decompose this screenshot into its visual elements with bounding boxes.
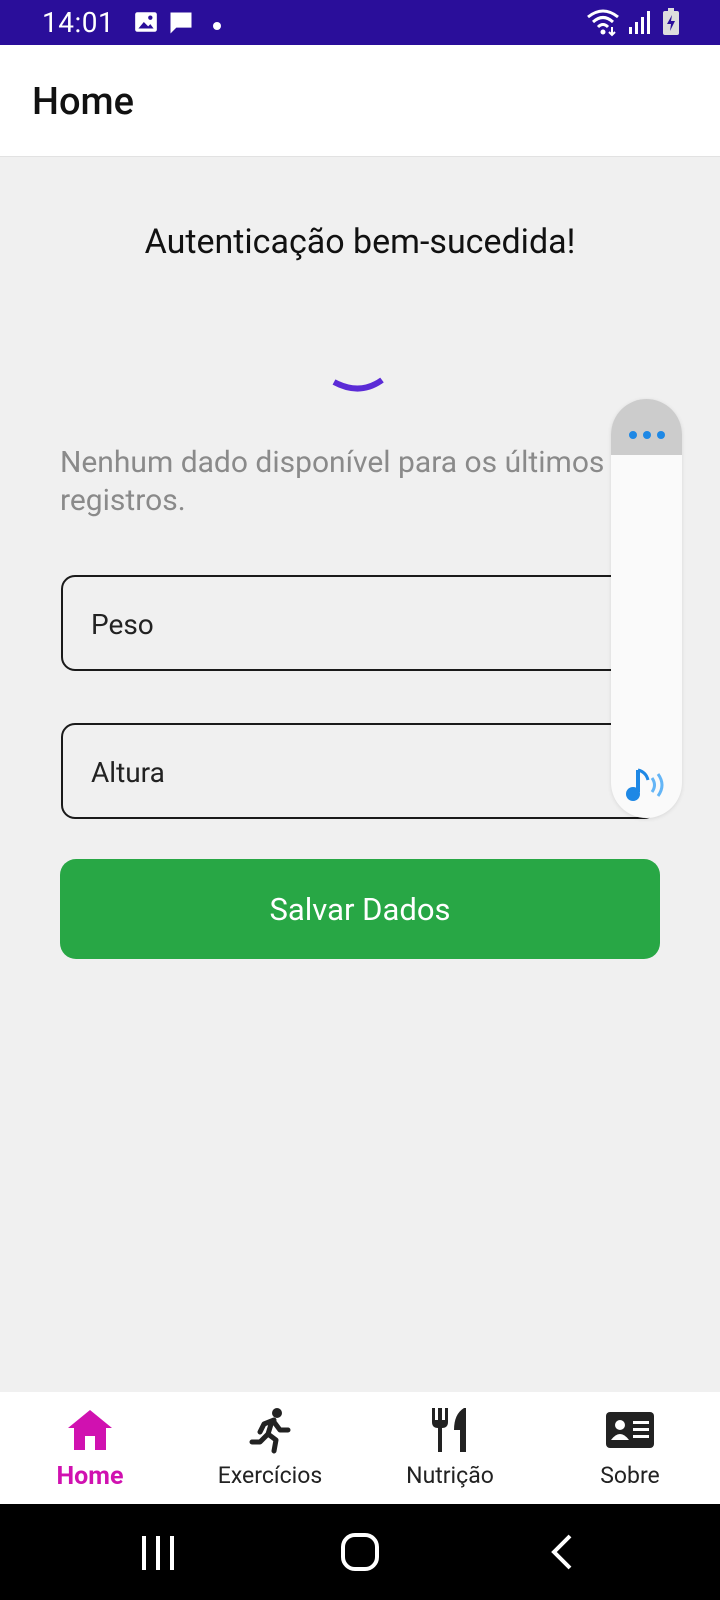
auth-success-message: Autenticação bem-sucedida!: [144, 222, 576, 262]
nav-home[interactable]: Home: [0, 1392, 180, 1504]
read-aloud-icon[interactable]: [624, 766, 670, 808]
image-icon: [133, 9, 159, 39]
back-icon[interactable]: [550, 1534, 574, 1574]
floating-panel-menu[interactable]: [611, 399, 682, 455]
more-dots-icon[interactable]: [628, 425, 666, 444]
nav-exercises-label: Exercícios: [217, 1462, 323, 1489]
height-input[interactable]: [91, 751, 611, 793]
nav-about-label: Sobre: [600, 1462, 660, 1489]
nav-exercises[interactable]: Exercícios: [180, 1392, 360, 1504]
nav-home-label: Home: [56, 1462, 124, 1491]
nav-nutrition-label: Nutrição: [406, 1462, 494, 1489]
id-card-icon: [606, 1406, 654, 1454]
height-field[interactable]: [61, 723, 658, 819]
no-data-message: Nenhum dado disponível para os últimos 7…: [60, 444, 620, 520]
app-bar: Home: [0, 45, 720, 157]
home-system-icon[interactable]: [340, 1532, 380, 1576]
nav-about[interactable]: Sobre: [540, 1392, 720, 1504]
status-bar: 14:01: [0, 0, 720, 45]
signal-icon: [627, 9, 653, 39]
home-icon: [66, 1406, 114, 1454]
running-icon: [246, 1406, 294, 1454]
bottom-navigation: Home Exercícios Nutrição Sobre: [0, 1392, 720, 1504]
recent-apps-icon[interactable]: [140, 1536, 176, 1574]
status-time: 14:01: [42, 6, 115, 39]
wifi-icon: [586, 7, 620, 41]
dot-icon: [212, 16, 222, 35]
no-data-text: Nenhum dado disponível para os últimos 7…: [60, 445, 620, 518]
nav-nutrition[interactable]: Nutrição: [360, 1392, 540, 1504]
battery-charging-icon: [662, 8, 680, 40]
system-navigation-bar: [0, 1504, 720, 1600]
save-data-button[interactable]: Salvar Dados: [60, 859, 660, 959]
floating-reader-panel[interactable]: [611, 399, 682, 818]
weight-field[interactable]: [61, 575, 658, 671]
loading-spinner: [330, 368, 390, 402]
weight-input[interactable]: [91, 603, 611, 645]
utensils-icon: [426, 1406, 474, 1454]
message-icon: [167, 9, 195, 41]
page-title: Home: [32, 80, 134, 124]
